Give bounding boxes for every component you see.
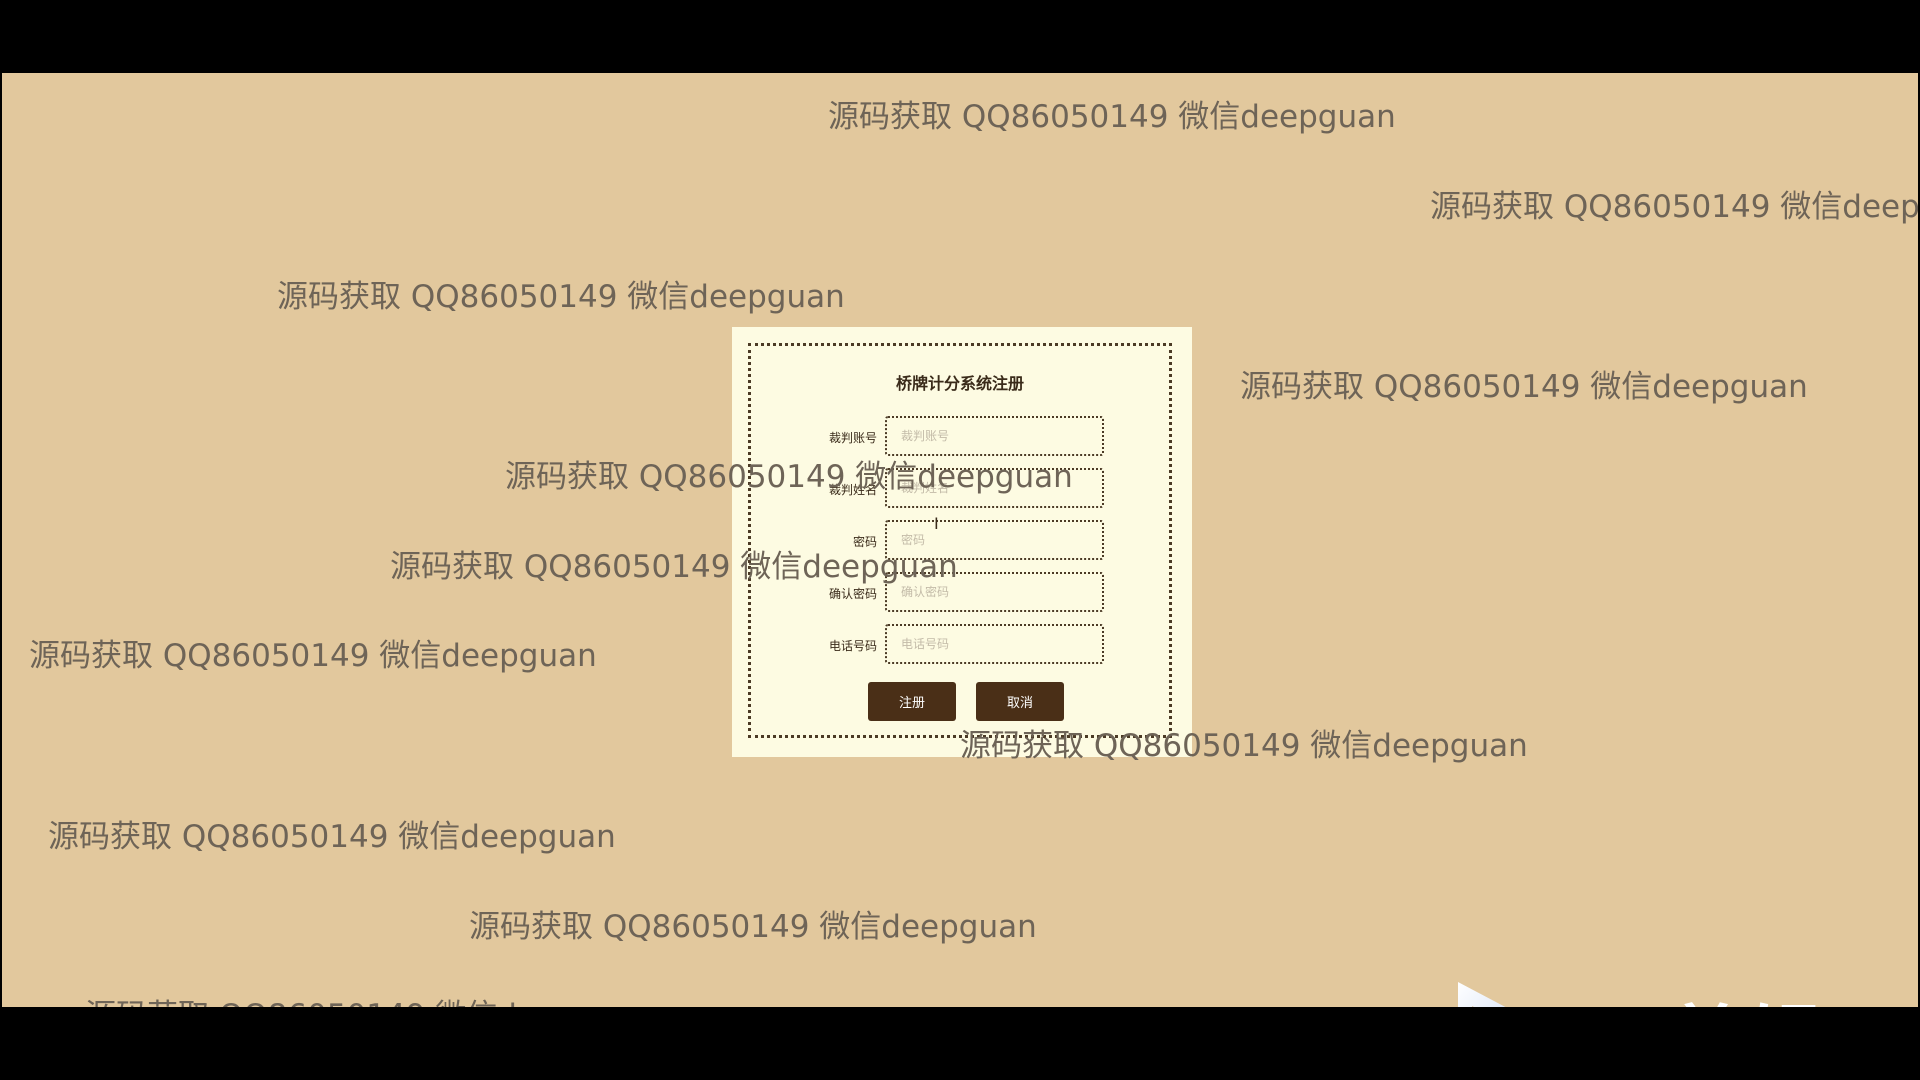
account-row: 裁判账号 xyxy=(751,416,1175,456)
register-card-border: 桥牌计分系统注册 裁判账号 裁判姓名 密码 确认密码 电话号码 注 xyxy=(748,343,1172,738)
name-input[interactable] xyxy=(885,468,1104,508)
text-cursor-icon: I xyxy=(934,514,939,533)
watermark-text: 源码获取 QQ86050149 微信deepguan xyxy=(469,909,1037,945)
account-label: 裁判账号 xyxy=(828,431,877,445)
confirm-password-input[interactable] xyxy=(885,572,1104,612)
watermark-text: 源码获取 QQ86050149 微信deepguan xyxy=(1240,369,1808,405)
phone-input[interactable] xyxy=(885,624,1104,664)
watermark-text: 源码获取 QQ86050149 微信deepguan xyxy=(828,99,1396,135)
play-logo-icon xyxy=(1458,982,1506,1007)
register-button[interactable]: 注册 xyxy=(868,682,956,721)
form-title: 桥牌计分系统注册 xyxy=(895,374,1024,393)
name-label: 裁判姓名 xyxy=(828,483,877,497)
register-card: 桥牌计分系统注册 裁判账号 裁判姓名 密码 确认密码 电话号码 注 xyxy=(732,327,1192,757)
password-label: 密码 xyxy=(852,535,877,549)
account-input[interactable] xyxy=(885,416,1104,456)
password-input[interactable] xyxy=(885,520,1104,560)
confirm-password-label: 确认密码 xyxy=(828,587,877,601)
page-background: 桥牌计分系统注册 裁判账号 裁判姓名 密码 确认密码 电话号码 注 xyxy=(2,73,1918,1007)
ev-logo-text: eV剪辑 xyxy=(1554,980,1824,1007)
phone-label: 电话号码 xyxy=(828,639,877,653)
name-row: 裁判姓名 xyxy=(751,468,1175,508)
password-row: 密码 xyxy=(751,520,1175,560)
watermark-text: 源码获取 QQ86050149 微信deepguan xyxy=(277,279,845,315)
watermark-text: 源码获取 QQ86050149 微信deepguan xyxy=(48,819,616,855)
confirm-password-row: 确认密码 xyxy=(751,572,1175,612)
phone-row: 电话号码 xyxy=(751,624,1175,664)
watermark-text: 源码获取 QQ86050149 微信deepguan xyxy=(29,638,597,674)
cancel-button[interactable]: 取消 xyxy=(976,682,1064,721)
watermark-text: 源码获取 QQ86050149 微信deepguan xyxy=(1430,189,1918,225)
watermark-text: 源码获取 QQ86050149 微信deepguan xyxy=(85,990,653,1007)
